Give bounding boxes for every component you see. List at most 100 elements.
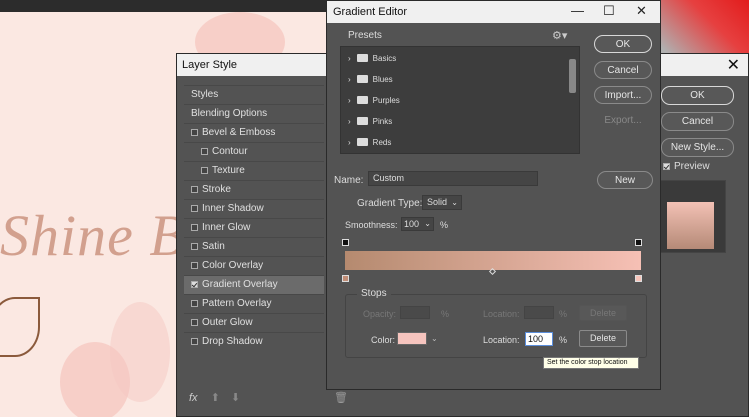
delete-color-stop-button[interactable]: Delete (579, 330, 627, 347)
ok-button[interactable]: OK (594, 35, 652, 53)
chevron-right-icon[interactable]: › (348, 96, 351, 105)
preset-folder-row[interactable]: › Purples (348, 96, 400, 105)
stops-group (345, 294, 647, 358)
folder-icon (356, 54, 368, 62)
layer-style-item[interactable]: Blending Options (184, 104, 324, 123)
layer-style-item[interactable]: Contour (184, 142, 324, 161)
maximize-icon[interactable]: ☐ (603, 3, 615, 19)
gradient-editor-titlebar[interactable]: Gradient Editor — ☐ ✕ (327, 1, 660, 23)
tooltip: Set the color stop location (543, 357, 639, 369)
import-button[interactable]: Import... (594, 86, 652, 104)
delete-opacity-stop-button: Delete (579, 305, 627, 321)
preset-folder-label: Purples (372, 96, 400, 105)
layer-style-item[interactable]: Styles (184, 85, 324, 104)
layer-style-item-label: Satin (202, 241, 225, 252)
chevron-right-icon[interactable]: › (348, 54, 351, 63)
color-location-input[interactable]: 100 (525, 332, 553, 346)
layer-style-item[interactable]: Inner Shadow (184, 199, 324, 218)
export-button: Export... (604, 115, 642, 126)
layer-style-item-label: Styles (191, 89, 219, 100)
trash-icon[interactable]: 🗑 (334, 391, 348, 404)
opacity-location-label: Location: (483, 309, 520, 319)
petal-decoration (110, 302, 170, 402)
opacity-input (400, 306, 430, 319)
cancel-button[interactable]: Cancel (594, 61, 652, 79)
opacity-stop-left[interactable] (342, 239, 349, 246)
layer-style-item-label: Pattern Overlay (202, 298, 272, 309)
layer-style-checkbox[interactable] (191, 224, 198, 231)
close-icon[interactable]: ✕ (727, 55, 740, 75)
layer-style-item-label: Contour (212, 146, 248, 157)
layer-style-checkbox[interactable] (191, 300, 198, 307)
opacity-stop-right[interactable] (635, 239, 642, 246)
chevron-right-icon[interactable]: › (348, 138, 351, 147)
layer-style-checkbox[interactable] (191, 319, 198, 326)
layer-style-checkbox[interactable] (191, 243, 198, 250)
gear-icon[interactable]: ⚙▾ (552, 29, 567, 42)
chevron-right-icon[interactable]: › (348, 75, 351, 84)
layer-style-title: Layer Style (182, 59, 238, 71)
layer-style-cancel-button[interactable]: Cancel (661, 112, 734, 131)
layer-style-checkbox[interactable] (191, 262, 198, 269)
layer-style-checkbox[interactable] (191, 281, 198, 288)
close-icon[interactable]: ✕ (636, 3, 647, 19)
chevron-right-icon[interactable]: › (348, 117, 351, 126)
color-swatch[interactable] (397, 332, 427, 345)
color-stop-right[interactable] (635, 275, 642, 282)
presets-scrollbar[interactable] (569, 59, 576, 93)
fx-icon[interactable]: fx (189, 392, 198, 404)
layer-style-item-label: Inner Glow (202, 222, 251, 233)
layer-style-checkbox[interactable] (191, 338, 198, 345)
preview-checkbox[interactable] (663, 163, 670, 170)
new-button[interactable]: New (597, 171, 653, 189)
preset-folder-row[interactable]: › Reds (348, 138, 391, 147)
preset-folder-row[interactable]: › Pinks (348, 117, 392, 126)
preset-folder-label: Blues (372, 75, 393, 84)
folder-icon (356, 117, 368, 125)
stops-label: Stops (357, 288, 391, 299)
preview-swatch (667, 202, 714, 249)
gradient-bar[interactable] (345, 251, 641, 270)
layer-style-item[interactable]: Color Overlay (184, 256, 324, 275)
chevron-down-icon: ⌄ (451, 198, 458, 207)
smoothness-input[interactable]: 100 ⌄ (401, 217, 434, 231)
layer-style-checkbox[interactable] (191, 205, 198, 212)
layer-style-item[interactable]: Inner Glow (184, 218, 324, 237)
layer-style-item[interactable]: Bevel & Emboss (184, 123, 324, 142)
preset-folder-label: Basics (372, 54, 397, 63)
preview-toggle[interactable]: Preview (663, 161, 710, 172)
minimize-icon[interactable]: — (571, 3, 584, 18)
layer-style-checkbox[interactable] (191, 129, 198, 136)
layer-style-item[interactable]: Stroke (184, 180, 324, 199)
layer-style-item[interactable]: Outer Glow (184, 313, 324, 332)
layer-style-checkbox[interactable] (191, 186, 198, 193)
gradient-type-select[interactable]: Solid ⌄ (422, 195, 462, 210)
layer-style-item[interactable]: Gradient Overlay (184, 275, 324, 294)
opacity-location-input (524, 306, 554, 319)
layer-style-item[interactable]: Texture (184, 161, 324, 180)
layer-style-item-label: Drop Shadow (202, 336, 263, 347)
smoothness-label: Smoothness: (345, 220, 398, 230)
smoothness-percent: % (440, 220, 449, 230)
name-input[interactable]: Custom (368, 171, 538, 186)
color-stop-left[interactable] (342, 275, 349, 282)
layer-style-item-label: Stroke (202, 184, 231, 195)
opacity-percent: % (441, 309, 450, 319)
preset-folder-row[interactable]: › Blues (348, 75, 393, 84)
arrow-down-icon[interactable]: ⬇ (231, 392, 240, 404)
arrow-up-icon[interactable]: ⬆ (211, 392, 220, 404)
new-style-button[interactable]: New Style... (661, 138, 734, 157)
chevron-down-icon[interactable]: ⌄ (431, 334, 438, 343)
folder-icon (356, 96, 368, 104)
layer-style-item[interactable]: Satin (184, 237, 324, 256)
name-label: Name: (334, 175, 364, 186)
layer-style-checkbox[interactable] (201, 167, 208, 174)
preset-folder-row[interactable]: › Basics (348, 54, 396, 63)
chevron-down-icon[interactable]: ⌄ (424, 218, 431, 230)
presets-list: › Basics › Blues › Purples › Pinks › Reds (340, 46, 580, 154)
layer-style-checkbox[interactable] (201, 148, 208, 155)
color-label: Color: (371, 335, 396, 345)
layer-style-item[interactable]: Drop Shadow (184, 332, 324, 351)
layer-style-item[interactable]: Pattern Overlay (184, 294, 324, 313)
layer-style-ok-button[interactable]: OK (661, 86, 734, 105)
